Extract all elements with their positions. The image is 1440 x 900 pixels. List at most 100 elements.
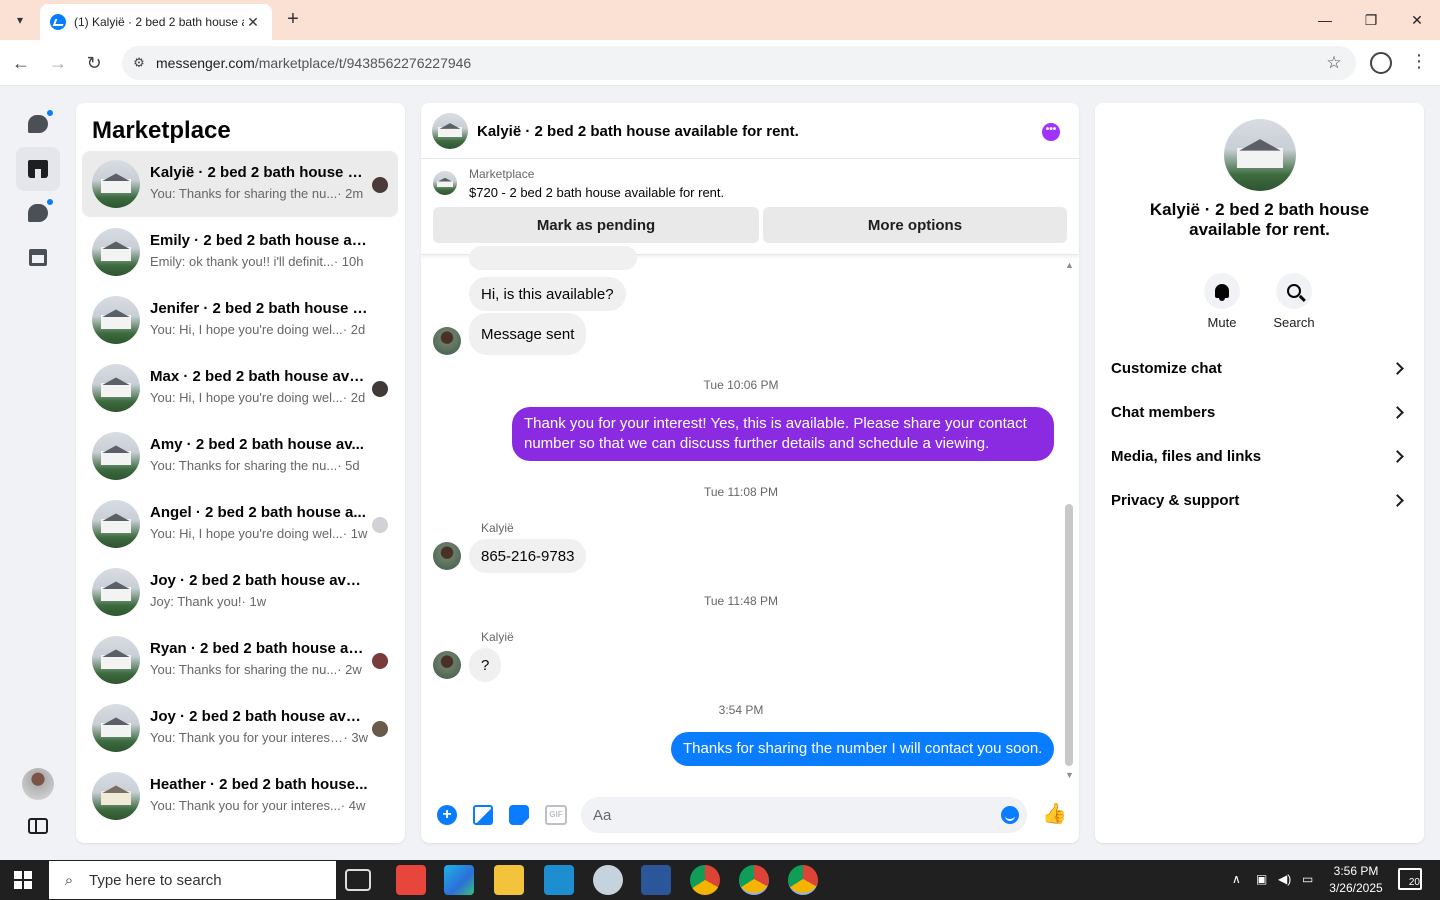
site-info-icon[interactable]: ⚙ [122,55,156,71]
browser-tab[interactable]: (1) Kalyië · 2 bed 2 bath house a ✕ [40,4,272,40]
taskbar-chrome-active-icon[interactable] [788,865,818,895]
scrollbar-thumb[interactable] [1065,504,1073,766]
marketplace-shop-icon [28,160,48,178]
conversation-preview: You: Thank you for your interes... · 4w [150,798,368,813]
conversation-preview: You: Hi, I hope you're doing wel... · 1w [150,526,368,541]
notifications-icon[interactable]: 20 [1398,868,1422,890]
clock-date: 3/26/2025 [1329,881,1383,895]
tray-chevron-icon[interactable]: ∧ [1232,872,1241,886]
media-files-links-item[interactable]: Media, files and links [1111,438,1408,474]
bookmark-star-icon[interactable]: ☆ [1312,53,1356,73]
taskbar-app-icon[interactable] [544,865,574,895]
back-arrow-icon[interactable]: ← [6,48,36,78]
listing-small-thumbnail[interactable] [433,171,457,195]
incoming-message: Message sent [469,313,587,355]
reload-icon[interactable]: ↻ [79,48,109,78]
chevron-right-icon [1391,493,1404,507]
preview-time: · 2w [337,662,362,677]
emoji-icon[interactable] [1001,806,1019,824]
privacy-support-item[interactable]: Privacy & support [1111,482,1408,518]
sender-avatar[interactable] [433,651,461,679]
listing-photo[interactable] [1224,119,1296,191]
close-tab-icon[interactable]: ✕ [244,14,262,31]
chat-members-item[interactable]: Chat members [1111,394,1408,430]
chat-panel: Kalyië · 2 bed 2 bath house available fo… [421,103,1079,843]
preview-time: · 2d [342,322,366,337]
marketplace-nav-button[interactable] [16,147,60,191]
sticker-icon[interactable] [509,805,529,825]
chats-nav-button[interactable] [16,102,60,146]
archive-nav-button[interactable] [16,235,60,279]
conversation-item[interactable]: Max · 2 bed 2 bath house ava... You: Hi, … [82,355,398,421]
taskbar-app-icon[interactable] [593,865,623,895]
tray-volume-icon[interactable]: ◀) [1278,872,1291,886]
tray-display-icon[interactable]: ▭ [1302,872,1313,886]
conversation-item[interactable]: Heather · 2 bed 2 bath house... You: Than… [82,763,398,829]
requests-nav-button[interactable] [16,191,60,235]
address-bar[interactable]: ⚙ messenger.com/marketplace/t/9438562276… [122,46,1356,80]
conversation-item[interactable]: Angel · 2 bed 2 bath house a... You: Hi, … [82,491,398,557]
listing-price[interactable]: $720 - 2 bed 2 bath house available for … [469,185,724,200]
conversation-list-panel: Marketplace Kalyië · 2 bed 2 bath house … [76,103,405,843]
more-options-button[interactable]: More options [763,207,1067,243]
maximize-icon[interactable]: ❐ [1348,0,1394,40]
incoming-message: 865-216-9783 [469,539,587,573]
outgoing-message: Thank you for your interest! Yes, this i… [512,407,1054,461]
preview-time: · 2m [337,186,364,201]
sidebar-toggle-icon[interactable] [28,818,48,834]
read-receipt-avatar [372,177,388,193]
listing-thumbnail[interactable] [432,113,468,149]
customize-chat-item[interactable]: Customize chat [1111,350,1408,386]
taskbar-edge-icon[interactable] [444,865,474,895]
windows-start-icon[interactable] [14,871,32,889]
media-files-links-label: Media, files and links [1111,447,1262,465]
chat-title[interactable]: Kalyië · 2 bed 2 bath house available fo… [477,123,799,140]
tab-search-chevron-icon[interactable]: ▾ [6,6,34,34]
browser-menu-icon[interactable]: ⋮ [1410,51,1428,75]
scroll-up-icon[interactable]: ▲ [1065,260,1074,270]
taskbar-search-placeholder: Type here to search [89,871,222,889]
profile-icon[interactable] [1370,52,1392,74]
preview-text: You: Thanks for sharing the nu... [150,186,338,201]
browser-tab-bar: ▾ (1) Kalyië · 2 bed 2 bath house a ✕ + … [0,0,1440,40]
taskbar-clock[interactable]: 3:56 PM 3/26/2025 [1318,863,1394,897]
gif-icon[interactable]: GIF [545,805,567,825]
conversation-item[interactable]: Joy · 2 bed 2 bath house avail... Joy: Th… [82,559,398,625]
search-button[interactable]: Search [1264,273,1324,330]
conversation-item[interactable]: Amy · 2 bed 2 bath house av... You: Thank… [82,423,398,489]
new-tab-button[interactable]: + [282,8,304,30]
conversation-preview: Emily: ok thank you!! i'll definit... · … [150,254,368,269]
taskbar-app-anydesk-icon[interactable] [396,865,426,895]
sender-avatar[interactable] [433,542,461,570]
sender-avatar[interactable] [433,327,461,355]
message-thread[interactable]: ▲ Hi, is this available? Message sent Tu… [421,246,1079,791]
thumbs-up-icon[interactable]: 👍 [1042,802,1067,826]
mark-as-pending-button[interactable]: Mark as pending [433,207,759,243]
conversation-item[interactable]: Kalyië · 2 bed 2 bath house a... You: Tha… [82,151,398,217]
browser-toolbar: ← → ↻ ⚙ messenger.com/marketplace/t/9438… [0,40,1440,86]
taskbar-word-icon[interactable] [641,865,671,895]
task-view-icon[interactable] [345,869,371,891]
forward-arrow-icon[interactable]: → [43,48,73,78]
conversation-item[interactable]: Joy · 2 bed 2 bath house avail... You: Th… [82,695,398,761]
taskbar-file-explorer-icon[interactable] [494,865,524,895]
minimize-icon[interactable]: — [1302,0,1348,40]
window-close-icon[interactable]: ✕ [1394,0,1440,40]
attach-image-icon[interactable] [473,805,493,825]
taskbar-chrome-icon[interactable] [690,865,720,895]
message-input[interactable]: Aa [581,797,1027,833]
plus-icon[interactable]: + [437,805,457,825]
url-text[interactable]: messenger.com/marketplace/t/943856227622… [156,55,1312,71]
preview-text: You: Thank you for your interes... [150,798,341,813]
user-avatar[interactable] [22,768,54,800]
preview-text: You: Hi, I hope you're doing wel... [150,322,343,337]
scroll-down-icon[interactable]: ▼ [1065,770,1074,780]
conversation-item[interactable]: Ryan · 2 bed 2 bath house av... You: Than… [82,627,398,693]
mute-button[interactable]: Mute [1192,273,1252,330]
taskbar-search-box[interactable]: ⌕ Type here to search [49,861,336,899]
taskbar-chrome-profile-icon[interactable] [739,865,769,895]
tray-network-icon[interactable]: ▣ [1256,872,1267,886]
conversation-item[interactable]: Emily · 2 bed 2 bath house av... Emily: o… [82,219,398,285]
conversation-info-icon[interactable]: ••• [1042,123,1060,141]
conversation-item[interactable]: Jenifer · 2 bed 2 bath house a... You: Hi… [82,287,398,353]
